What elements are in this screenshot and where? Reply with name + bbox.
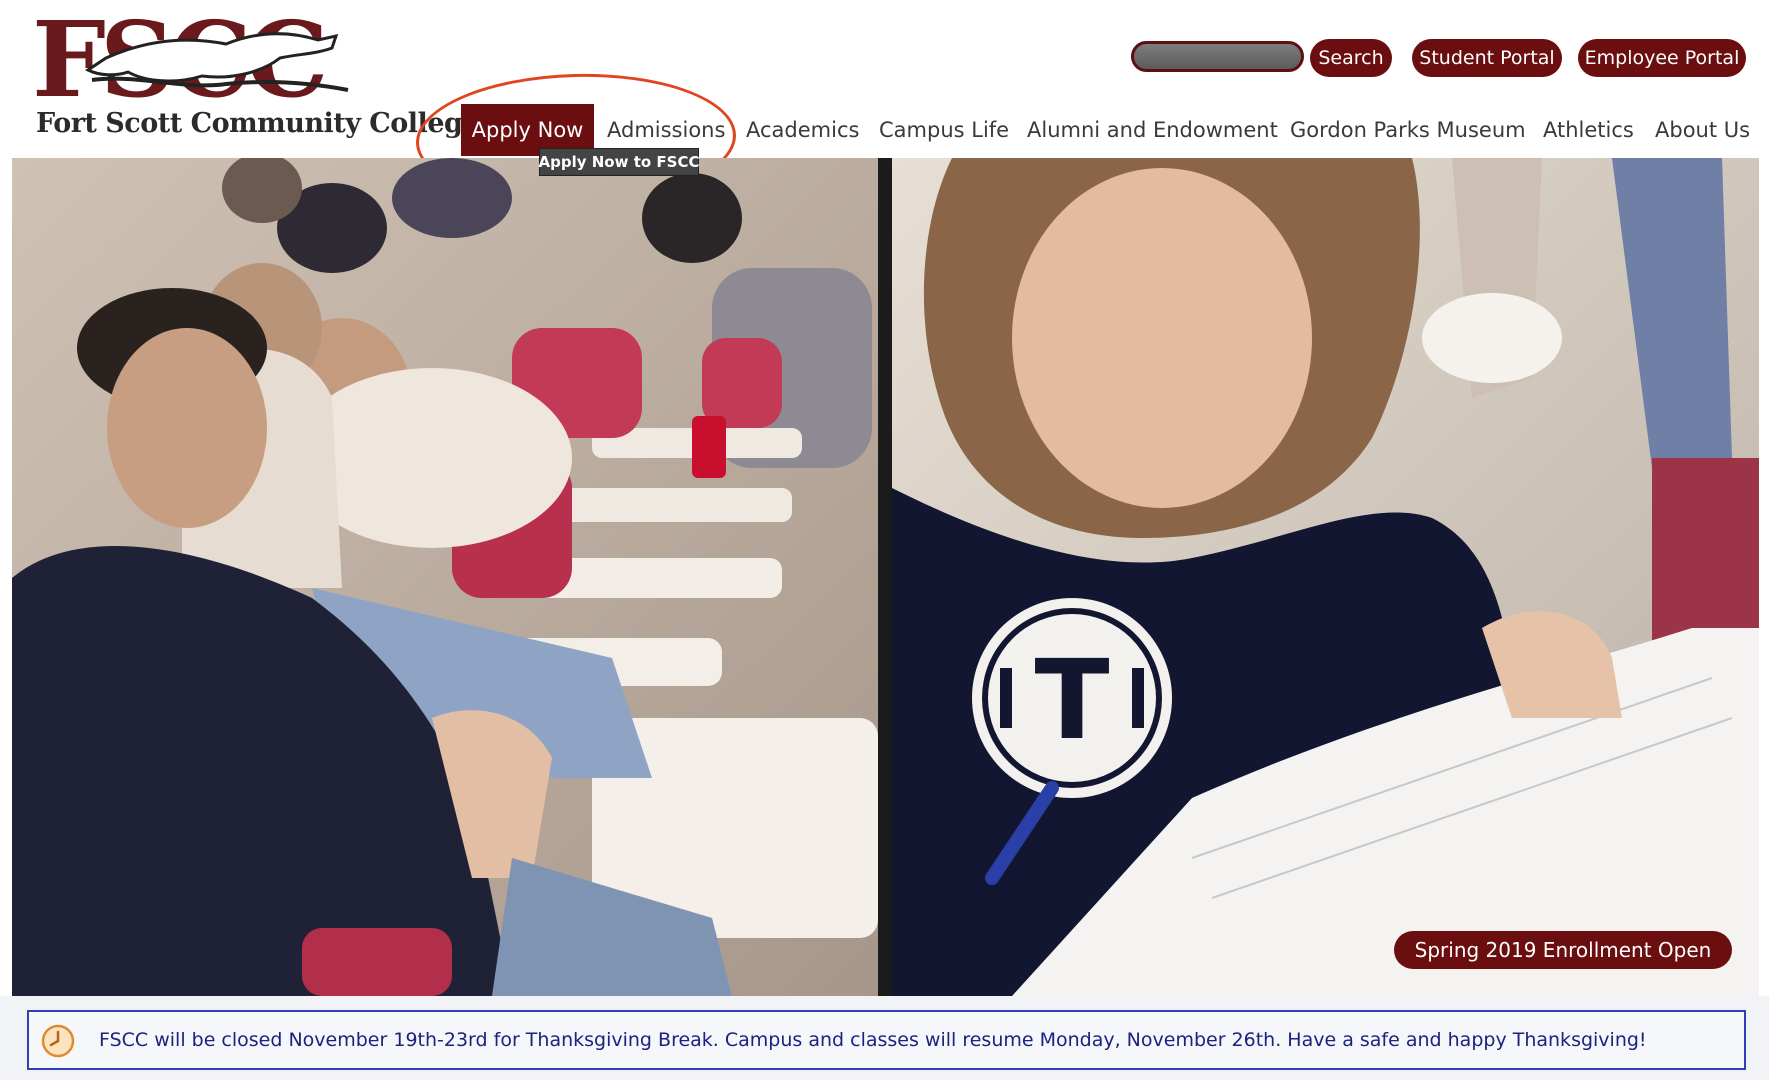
hero-banner[interactable]: T xyxy=(12,158,1759,996)
employee-portal-button[interactable]: Employee Portal xyxy=(1578,39,1746,77)
nav-item-alumni-endowment[interactable]: Alumni and Endowment xyxy=(1027,104,1278,156)
main-nav: Apply Now Admissions Academics Campus Li… xyxy=(0,104,1769,156)
shirt-logo-letter: T xyxy=(1034,636,1109,764)
classroom-students-photo xyxy=(12,158,878,996)
enrollment-open-button[interactable]: Spring 2019 Enrollment Open xyxy=(1394,931,1732,969)
nav-item-campus-life[interactable]: Campus Life xyxy=(879,104,1009,156)
search-input[interactable] xyxy=(1131,41,1304,72)
hero-divider xyxy=(878,158,892,996)
student-portal-button[interactable]: Student Portal xyxy=(1412,39,1562,77)
student-studying-photo: T xyxy=(892,158,1759,996)
thanksgiving-alert: FSCC will be closed November 19th-23rd f… xyxy=(27,1010,1746,1070)
clock-icon xyxy=(41,1024,75,1058)
nav-item-about-us[interactable]: About Us xyxy=(1655,104,1750,156)
alert-message: FSCC will be closed November 19th-23rd f… xyxy=(99,1029,1647,1051)
nav-item-athletics[interactable]: Athletics xyxy=(1543,104,1634,156)
nav-item-academics[interactable]: Academics xyxy=(746,104,859,156)
fscc-logo-mark: FSCC xyxy=(36,10,349,110)
search-button[interactable]: Search xyxy=(1310,39,1392,77)
apply-now-tooltip: Apply Now to FSCC xyxy=(539,148,699,176)
nav-item-gordon-parks-museum[interactable]: Gordon Parks Museum xyxy=(1290,104,1526,156)
